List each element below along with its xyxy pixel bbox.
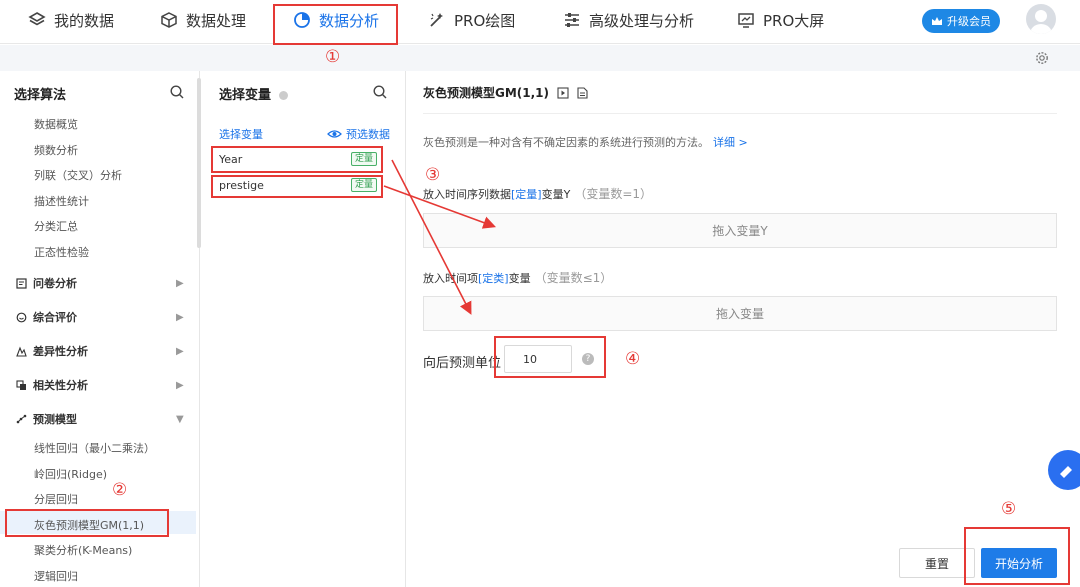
sidebar-item[interactable]: 逻辑回归 — [34, 568, 78, 584]
y-field-label: 放入时间序列数据[定量]变量Y （变量数=1） — [423, 187, 653, 201]
edit-icon — [1060, 466, 1072, 478]
sidebar-item[interactable]: 分类汇总 — [34, 218, 78, 234]
group-label: 预测模型 — [33, 413, 77, 426]
search-icon[interactable] — [170, 85, 184, 99]
crown-icon — [932, 17, 942, 25]
nav-my-data[interactable]: 我的数据 — [28, 0, 114, 40]
sliders-icon — [565, 13, 579, 27]
annotation-box-nav — [273, 4, 398, 45]
annotation-box-algorithm — [5, 509, 169, 537]
divider — [423, 113, 1057, 114]
nav-label: 我的数据 — [54, 11, 115, 30]
cube-icon — [161, 12, 177, 28]
group-label: 综合评价 — [33, 311, 77, 324]
sidebar-item[interactable]: 正态性检验 — [34, 244, 89, 260]
group-label: 问卷分析 — [33, 277, 77, 290]
nav-advanced[interactable]: 高级处理与分析 — [563, 0, 694, 40]
video-icon[interactable] — [557, 86, 569, 99]
annotation-box-forecast — [494, 336, 606, 378]
gear-icon[interactable] — [1035, 51, 1049, 65]
chevron-right-icon: ▶ — [176, 345, 184, 357]
chevron-right-icon: ▶ — [176, 311, 184, 323]
nav-label: PRO大屏 — [763, 11, 825, 30]
floating-assistant-button[interactable] — [1048, 450, 1080, 490]
eye-icon — [327, 130, 342, 138]
sidebar-item[interactable]: 线性回归（最小二乘法） — [34, 440, 155, 456]
sidebar-group-prediction[interactable]: 预测模型 ▼ — [16, 411, 184, 427]
sidebar-group-correlation[interactable]: 相关性分析 ▶ — [16, 377, 184, 393]
nav-label: 数据处理 — [186, 11, 247, 30]
annotation-box-prestige — [211, 175, 383, 198]
nav-label: PRO绘图 — [454, 11, 516, 30]
chevron-down-icon: ▼ — [176, 413, 184, 425]
annotation-number: ② — [112, 480, 128, 500]
upgrade-button[interactable]: 升级会员 — [922, 9, 1000, 33]
time-variable-dropzone[interactable]: 拖入变量 — [423, 296, 1057, 331]
annotation-number: ⑤ — [1001, 499, 1017, 519]
monitor-chart-icon — [738, 13, 754, 28]
chevron-right-icon: ▶ — [176, 379, 184, 391]
forecast-units-label: 向后预测单位 — [423, 356, 502, 371]
nav-label: 高级处理与分析 — [589, 11, 695, 30]
annotation-number: ④ — [625, 349, 641, 369]
page-title: 灰色预测模型GM(1,1) — [423, 86, 550, 100]
sidebar-group-survey[interactable]: 问卷分析 ▶ — [16, 275, 184, 291]
sidebar-item[interactable]: 列联（交叉）分析 — [34, 167, 122, 183]
main-title-row: 灰色预测模型GM(1,1) — [423, 84, 588, 101]
trend-icon — [16, 414, 27, 423]
annotation-number: ① — [325, 47, 341, 67]
sidebar-item[interactable]: 岭回归(Ridge) — [34, 466, 107, 482]
select-variable-link[interactable]: 选择变量 — [219, 126, 263, 142]
diff-chart-icon — [16, 345, 27, 357]
annotation-box-start — [964, 527, 1070, 585]
description: 灰色预测是一种对含有不确定因素的系统进行预测的方法。 详细 > — [423, 136, 748, 149]
correlation-icon — [16, 379, 26, 390]
nav-pro-chart[interactable]: PRO绘图 — [428, 0, 515, 40]
y-variable-dropzone[interactable]: 拖入变量Y — [423, 213, 1057, 248]
panel-title: 选择变量 — [219, 84, 288, 103]
chevron-right-icon: ▶ — [176, 277, 184, 289]
magic-wand-icon — [430, 13, 443, 27]
group-label: 差异性分析 — [33, 345, 88, 358]
annotation-box-year — [211, 146, 383, 173]
info-icon — [278, 91, 288, 100]
chat-icon — [16, 312, 27, 322]
group-label: 相关性分析 — [33, 379, 88, 392]
top-nav: 我的数据 数据处理 数据分析 PRO绘图 高级处理与分析 PRO大屏 升级会员 — [0, 0, 1080, 44]
survey-icon — [16, 277, 27, 289]
avatar[interactable] — [1026, 4, 1056, 34]
sidebar-item[interactable]: 数据概览 — [34, 116, 78, 132]
upgrade-label: 升级会员 — [947, 15, 991, 28]
nav-data-processing[interactable]: 数据处理 — [160, 0, 246, 40]
sidebar-item[interactable]: 频数分析 — [34, 142, 78, 158]
panel-title: 选择算法 — [14, 88, 67, 103]
sidebar-item[interactable]: 分层回归 — [34, 491, 78, 507]
document-icon[interactable] — [577, 86, 588, 99]
sidebar-group-difference[interactable]: 差异性分析 ▶ — [16, 343, 184, 359]
toolbar-strip — [0, 45, 1080, 71]
annotation-number: ③ — [425, 165, 441, 185]
sidebar-group-evaluation[interactable]: 综合评价 ▶ — [16, 309, 184, 325]
detail-link[interactable]: 详细 > — [713, 136, 748, 149]
layers-icon — [28, 12, 46, 26]
user-icon — [1030, 10, 1052, 34]
analysis-config-panel: 灰色预测模型GM(1,1) 灰色预测是一种对含有不确定因素的系统进行预测的方法。… — [407, 71, 1080, 587]
sidebar-item[interactable]: 聚类分析(K-Means) — [34, 542, 132, 558]
nav-pro-screen[interactable]: PRO大屏 — [737, 0, 824, 40]
time-field-label: 放入时间项[定类]变量 （变量数≤1） — [423, 271, 613, 285]
filter-data-link[interactable]: 预选数据 — [327, 126, 390, 142]
search-icon[interactable] — [373, 85, 387, 99]
sidebar-item[interactable]: 描述性统计 — [34, 193, 89, 209]
